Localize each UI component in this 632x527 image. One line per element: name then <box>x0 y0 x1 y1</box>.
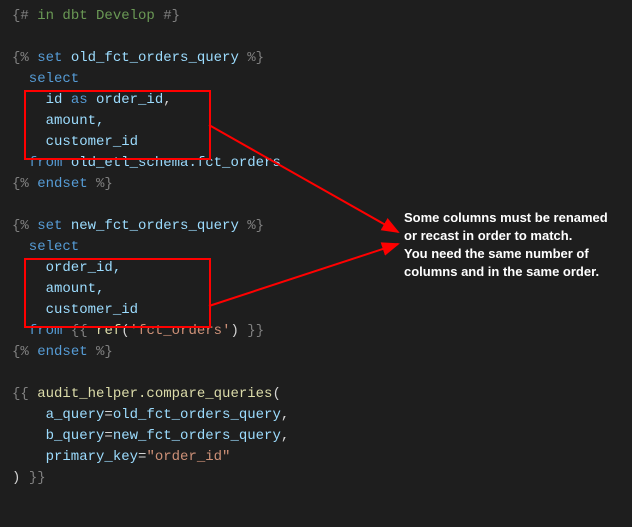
code-line: customer_id <box>12 300 620 321</box>
code-line: ) }} <box>12 468 620 489</box>
code-line: from {{ ref('fct_orders') }} <box>12 321 620 342</box>
code-line: b_query=new_fct_orders_query, <box>12 426 620 447</box>
code-line: customer_id <box>12 132 620 153</box>
code-line: {% endset %} <box>12 174 620 195</box>
code-line: from old_etl_schema.fct_orders <box>12 153 620 174</box>
code-line: {# in dbt Develop #} <box>12 6 620 27</box>
code-line: amount, <box>12 111 620 132</box>
code-line: {% endset %} <box>12 342 620 363</box>
code-line: amount, <box>12 279 620 300</box>
annotation-text: Some columns must be renamed or recast i… <box>404 209 614 281</box>
code-line <box>12 363 620 384</box>
code-line: {% set old_fct_orders_query %} <box>12 48 620 69</box>
code-line: id as order_id, <box>12 90 620 111</box>
code-line: {{ audit_helper.compare_queries( <box>12 384 620 405</box>
code-line: select <box>12 69 620 90</box>
code-line <box>12 27 620 48</box>
code-line: primary_key="order_id" <box>12 447 620 468</box>
code-line: a_query=old_fct_orders_query, <box>12 405 620 426</box>
